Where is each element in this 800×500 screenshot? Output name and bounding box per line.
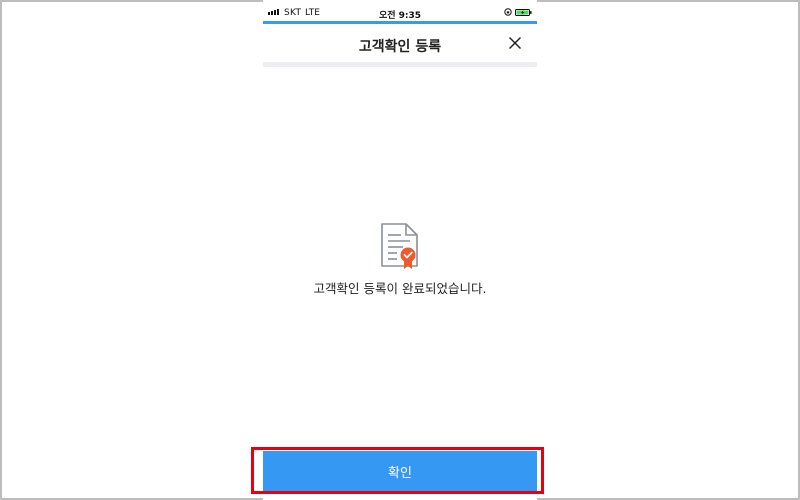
- close-icon[interactable]: [508, 36, 522, 50]
- battery-charging-icon: [515, 9, 532, 16]
- completion-message: 고객확인 등록이 완료되었습니다.: [313, 281, 487, 296]
- status-bar: SKT LTE 오전 9:35: [263, 0, 537, 22]
- header-divider: [263, 62, 537, 67]
- title-bar: 고객확인 등록: [263, 24, 537, 62]
- confirm-button[interactable]: 확인: [263, 451, 537, 491]
- orientation-lock-icon: [504, 8, 512, 16]
- status-time: 오전 9:35: [378, 11, 422, 21]
- page-title: 고객확인 등록: [358, 39, 442, 55]
- certificate-document-icon: [381, 223, 418, 269]
- phone-screen: SKT LTE 오전 9:35 고객확인 등록 고객확인 등록이 완료되었습니다…: [263, 0, 537, 500]
